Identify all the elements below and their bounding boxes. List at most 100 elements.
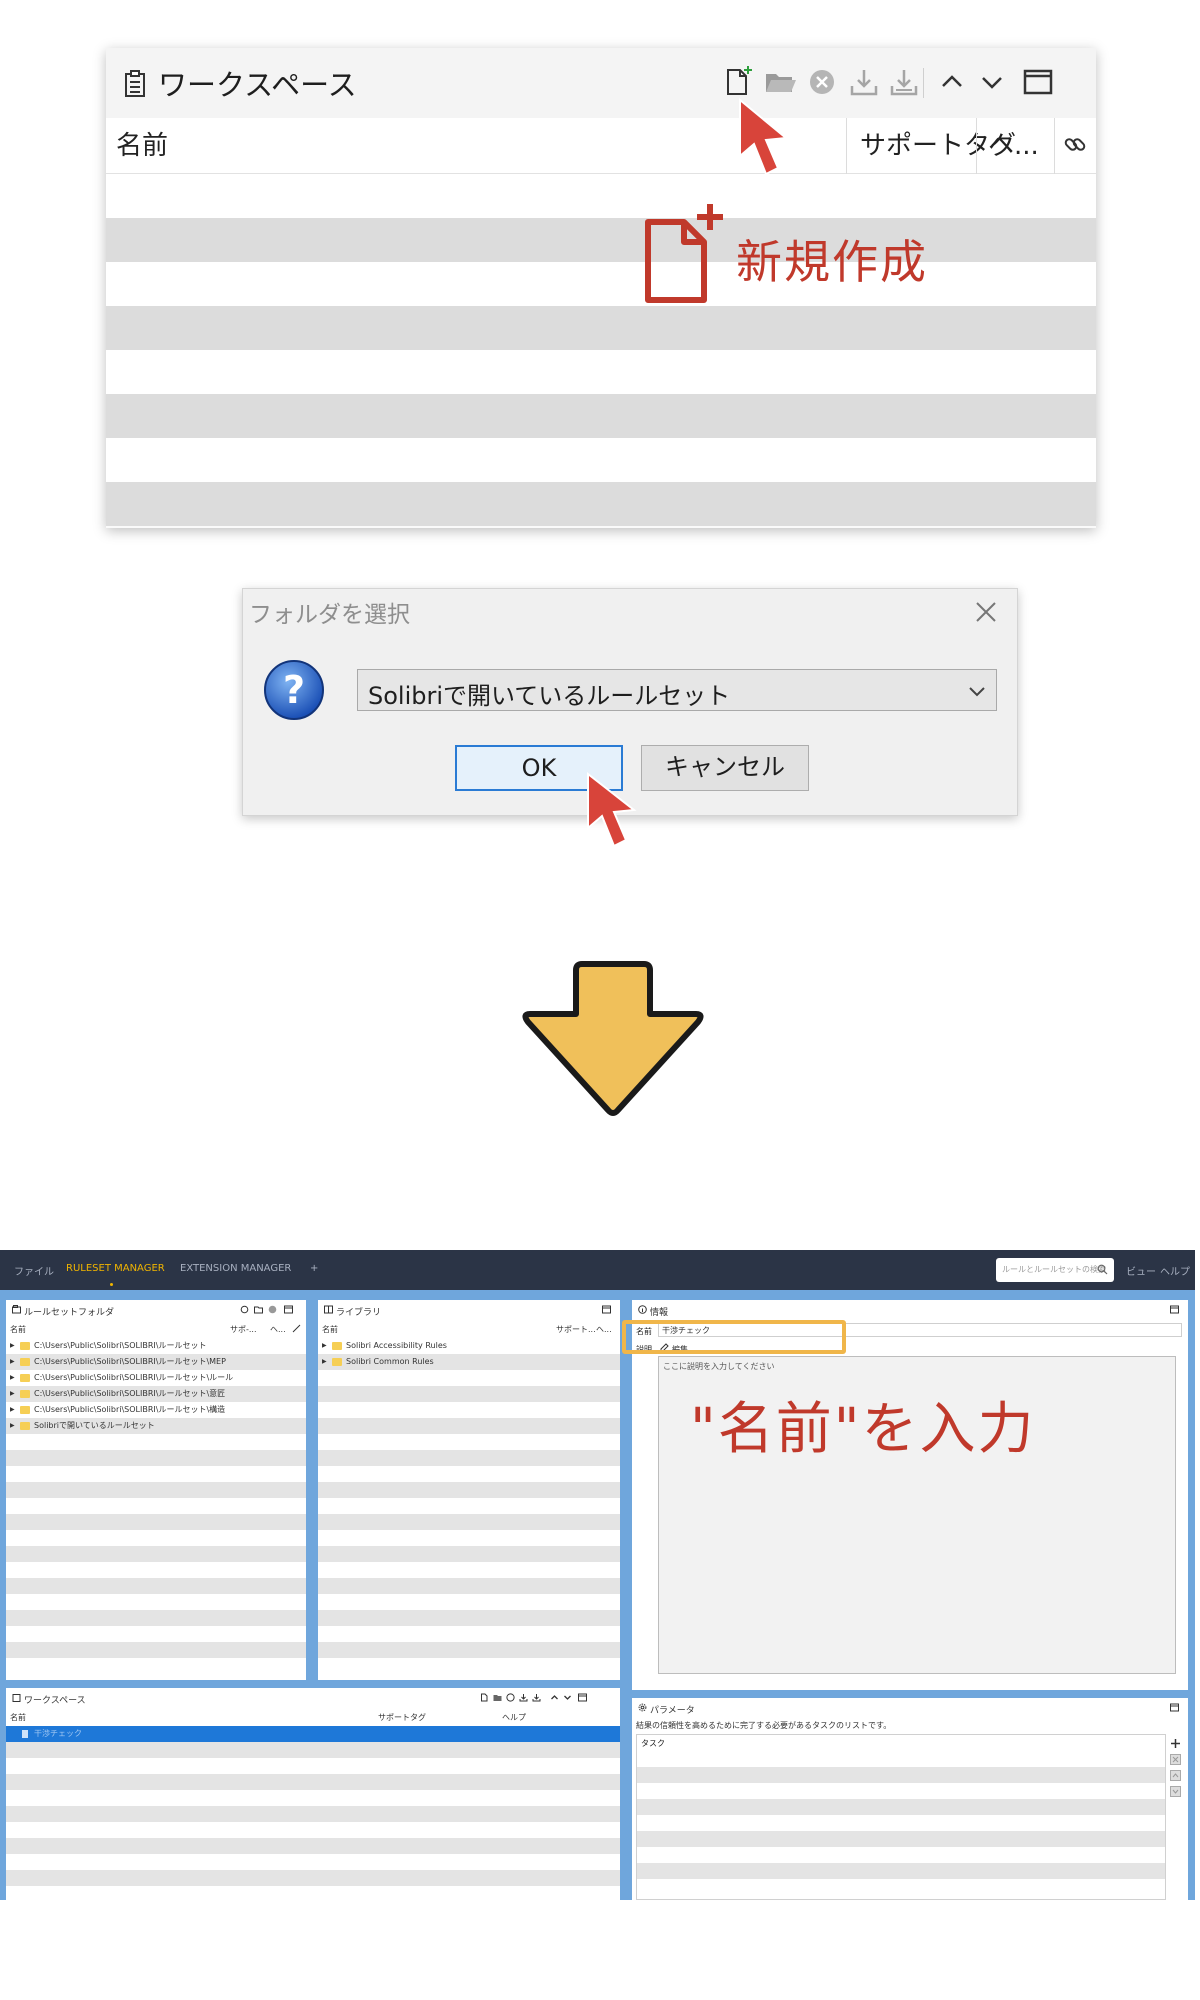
maximize-icon[interactable]: [578, 1693, 587, 1702]
workspace-title-bar: ワークスペース: [106, 48, 1096, 118]
pane-title: 情報: [650, 1308, 669, 1318]
menu-add-tab[interactable]: +: [310, 1263, 318, 1274]
column-help[interactable]: ヘ...: [596, 1324, 612, 1335]
table-row[interactable]: [106, 218, 1096, 262]
pane-header: ライブラリ: [318, 1300, 620, 1318]
import-icon[interactable]: [519, 1693, 528, 1702]
export-icon: [890, 70, 918, 96]
table-row[interactable]: [106, 394, 1096, 438]
list-item[interactable]: ▶ C:\Users\Public\Solibri\SOLIBRI\ルールセット\…: [6, 1370, 306, 1386]
empty-row: [6, 1610, 306, 1626]
menu-extension-manager[interactable]: EXTENSION MANAGER: [180, 1263, 291, 1274]
menu-help[interactable]: ヘルプ: [1160, 1263, 1190, 1278]
maximize-icon[interactable]: [1170, 1305, 1179, 1314]
open-folder-button[interactable]: [762, 64, 798, 100]
maximize-button[interactable]: [1020, 64, 1056, 100]
column-help[interactable]: ヘ...: [988, 118, 1039, 174]
maximize-icon[interactable]: [602, 1305, 611, 1314]
open-folder-icon: [766, 74, 796, 92]
parameters-pane: パラメータ 結果の信頼性を高めるために完了する必要があるタスクのリストです。 タ…: [632, 1698, 1188, 1900]
info-pane: 情報 名前 干渉チェック 説明 編集 ここに説明を入力してください: [632, 1300, 1188, 1690]
table-row[interactable]: [106, 306, 1096, 350]
info-icon: [638, 1305, 647, 1314]
dialog-title: フォルダを選択: [249, 602, 410, 628]
empty-row: [318, 1642, 620, 1658]
ruleset-folder-list: ▶ C:\Users\Public\Solibri\SOLIBRI\ルールセット …: [6, 1338, 306, 1658]
empty-row: [318, 1578, 620, 1594]
list-item[interactable]: ▶ C:\Users\Public\Solibri\SOLIBRI\ルールセット: [6, 1338, 306, 1354]
column-help[interactable]: ヘ...: [270, 1324, 286, 1335]
remove-icon[interactable]: [506, 1693, 515, 1702]
new-file-button[interactable]: [720, 64, 756, 100]
pane-title: ワークスペース: [24, 1696, 86, 1706]
column-task[interactable]: タスク: [641, 1738, 665, 1749]
rule-search-box[interactable]: ルールとルールセットの検索: [996, 1258, 1114, 1282]
table-row[interactable]: [106, 262, 1096, 306]
list-item[interactable]: ▶ Solibri Accessibility Rules: [318, 1338, 620, 1354]
open-folder-icon[interactable]: [254, 1305, 263, 1314]
column-name[interactable]: 名前: [322, 1324, 338, 1335]
list-item[interactable]: ▶ C:\Users\Public\Solibri\SOLIBRI\ルールセット\…: [6, 1386, 306, 1402]
empty-row: [637, 1847, 1165, 1863]
column-name[interactable]: 名前: [10, 1324, 26, 1335]
list-item[interactable]: ▶ Solibriで開いているルールセット: [6, 1418, 306, 1434]
chevron-down-icon[interactable]: [563, 1693, 572, 1702]
chevron-up-icon[interactable]: [550, 1693, 559, 1702]
remove-button[interactable]: [804, 64, 840, 100]
empty-row: [318, 1594, 620, 1610]
remove-icon[interactable]: [268, 1305, 277, 1314]
empty-row: [318, 1482, 620, 1498]
empty-row: [6, 1790, 620, 1806]
empty-row: [6, 1514, 306, 1530]
selected-list-item[interactable]: 干渉チェック: [6, 1726, 620, 1742]
clipboard-icon: [125, 70, 145, 97]
import-button[interactable]: [846, 64, 882, 100]
workspace-title: ワークスペース: [158, 68, 357, 102]
new-file-icon[interactable]: [480, 1693, 489, 1702]
menu-ruleset-manager[interactable]: RULESET MANAGER: [66, 1263, 165, 1274]
table-row[interactable]: [106, 438, 1096, 482]
move-down-button[interactable]: [974, 64, 1010, 100]
cancel-button[interactable]: キャンセル: [641, 745, 809, 791]
open-folder-icon[interactable]: [493, 1693, 502, 1702]
description-placeholder: ここに説明を入力してください: [663, 1362, 775, 1371]
mouse-cursor-icon: [587, 771, 637, 848]
list-item[interactable]: ▶ Solibri Common Rules: [318, 1354, 620, 1370]
delete-icon[interactable]: [1170, 1754, 1181, 1765]
pane-title: ルールセットフォルダ: [24, 1308, 115, 1318]
empty-row: [6, 1774, 620, 1790]
refresh-icon[interactable]: [240, 1305, 249, 1314]
column-support[interactable]: サポート...: [556, 1324, 596, 1335]
column-help[interactable]: ヘルプ: [502, 1712, 526, 1723]
list-item[interactable]: ▶ C:\Users\Public\Solibri\SOLIBRI\ルールセット\…: [6, 1402, 306, 1418]
maximize-icon[interactable]: [1170, 1703, 1179, 1712]
empty-row: [318, 1386, 620, 1402]
chevron-down-icon: [982, 77, 1002, 89]
empty-row: [318, 1530, 620, 1546]
list-item[interactable]: ▶ C:\Users\Public\Solibri\SOLIBRI\ルールセット\…: [6, 1354, 306, 1370]
column-support-tag[interactable]: サポートタグ: [378, 1712, 426, 1723]
column-support[interactable]: サポ-...: [230, 1324, 257, 1335]
folder-dropdown[interactable]: Solibriで開いているルールセット: [357, 669, 997, 711]
solibri-app-window: ファイル RULESET MANAGER EXTENSION MANAGER +…: [0, 1250, 1195, 1900]
move-up-button[interactable]: [934, 64, 970, 100]
chevron-down-icon[interactable]: [1170, 1786, 1181, 1797]
menu-view[interactable]: ビュー: [1126, 1263, 1156, 1278]
column-name[interactable]: 名前: [116, 118, 168, 174]
pane-header: 情報: [632, 1300, 1188, 1318]
close-icon[interactable]: [973, 599, 999, 625]
table-row[interactable]: [106, 174, 1096, 218]
gear-icon: [638, 1703, 647, 1712]
table-row[interactable]: [106, 482, 1096, 526]
chevron-up-icon[interactable]: [1170, 1770, 1181, 1781]
export-button[interactable]: [886, 64, 922, 100]
column-name[interactable]: 名前: [10, 1712, 26, 1723]
export-icon[interactable]: [532, 1693, 541, 1702]
add-icon[interactable]: [1170, 1738, 1181, 1749]
empty-row: [6, 1434, 306, 1450]
table-row[interactable]: [106, 350, 1096, 394]
menu-file[interactable]: ファイル: [14, 1263, 54, 1278]
maximize-icon[interactable]: [284, 1305, 293, 1314]
empty-row: [637, 1815, 1165, 1831]
new-file-icon: [645, 204, 723, 303]
